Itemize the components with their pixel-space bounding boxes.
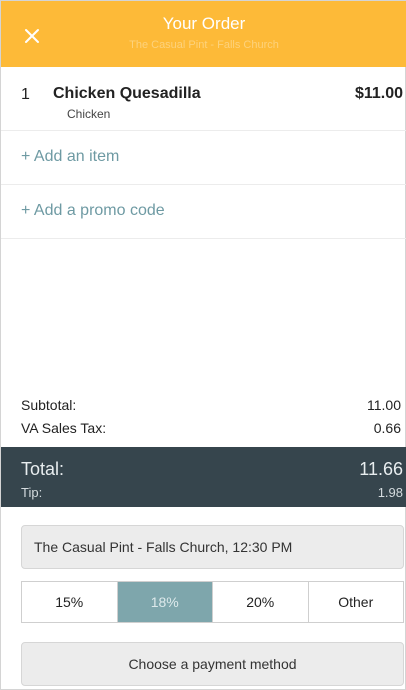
restaurant-subtitle: The Casual Pint - Falls Church [129, 39, 279, 51]
add-item-label: + Add an item [21, 148, 120, 165]
subtotal-label: Subtotal: [21, 397, 77, 413]
subtotal-row: Subtotal: 11.00 [21, 397, 401, 413]
tip-option-18[interactable]: 18% [117, 582, 213, 622]
choose-payment-button[interactable]: Choose a payment method [21, 642, 404, 686]
item-option: Chicken [67, 107, 111, 121]
tip-option-20[interactable]: 20% [213, 582, 309, 622]
item-quantity: 1 [21, 86, 30, 103]
tip-label: Tip: [21, 485, 43, 500]
tip-option-other[interactable]: Other [309, 582, 404, 622]
pickup-location-text: The Casual Pint - Falls Church, 12:30 PM [34, 539, 293, 555]
order-item-row[interactable]: 1 Chicken Quesadilla Chicken $11.00 [1, 67, 406, 131]
total-label: Total: [21, 459, 65, 479]
add-promo-label: + Add a promo code [21, 202, 165, 219]
pickup-location-selector[interactable]: The Casual Pint - Falls Church, 12:30 PM [21, 525, 404, 569]
total-value: 11.66 [359, 459, 403, 479]
header: Your Order The Casual Pint - Falls Churc… [1, 1, 406, 67]
tax-value: 0.66 [373, 420, 401, 436]
total-panel: Total: 11.66 Tip: 1.98 [1, 447, 406, 507]
tip-option-15[interactable]: 15% [22, 582, 118, 622]
payment-button-label: Choose a payment method [128, 656, 297, 672]
item-price: $11.00 [354, 85, 403, 102]
add-item-button[interactable]: + Add an item [1, 131, 406, 185]
tip-options: 15% 18% 20% Other [21, 581, 404, 623]
tax-label: VA Sales Tax: [21, 420, 107, 436]
order-screen: Your Order The Casual Pint - Falls Churc… [0, 0, 406, 690]
item-name: Chicken Quesadilla [53, 85, 201, 102]
add-promo-button[interactable]: + Add a promo code [1, 185, 406, 239]
page-title: Your Order [162, 14, 246, 33]
subtotal-value: 11.00 [367, 397, 401, 413]
tip-value: 1.98 [377, 485, 403, 500]
tax-row: VA Sales Tax: 0.66 [21, 420, 401, 436]
